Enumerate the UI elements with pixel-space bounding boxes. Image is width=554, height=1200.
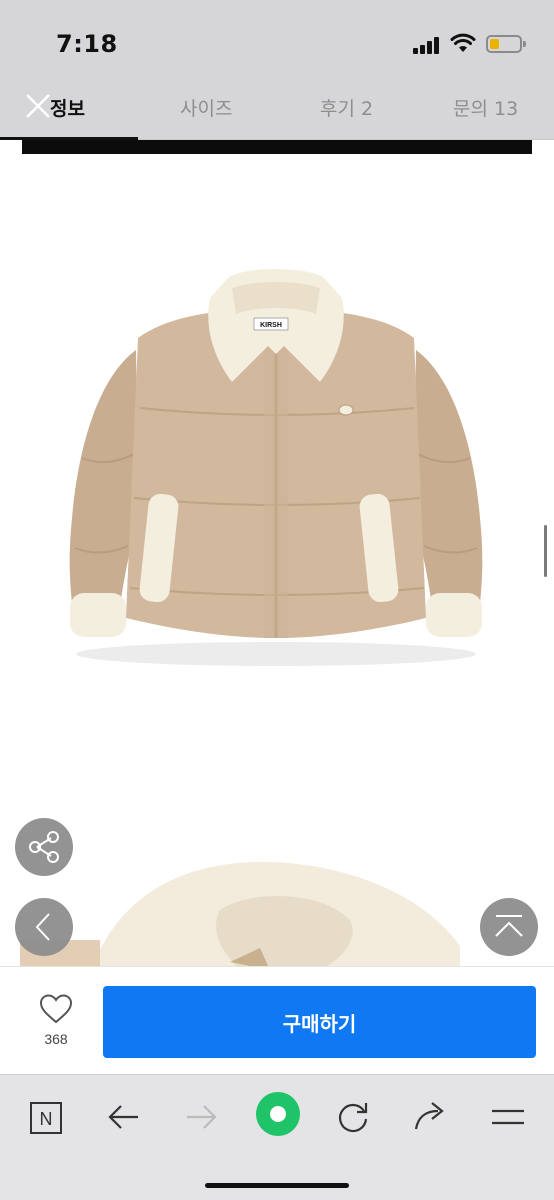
close-icon[interactable] [24, 92, 52, 120]
tab-reviews[interactable]: 후기 2 [320, 94, 373, 121]
status-bar: 7:18 [0, 0, 554, 80]
product-image-collar-detail [20, 861, 460, 966]
cellular-signal-icon [413, 36, 441, 54]
previous-button[interactable] [15, 898, 73, 956]
status-time: 7:18 [56, 30, 118, 58]
brand-tag-text: KIRSH [260, 322, 282, 329]
scroll-top-button[interactable] [480, 898, 538, 956]
menu-icon[interactable] [488, 1097, 528, 1137]
share-arrow-icon[interactable] [410, 1097, 450, 1137]
like-button[interactable]: 368 [28, 993, 84, 1053]
tab-inquiries[interactable]: 문의 13 [453, 94, 518, 121]
product-detail-content[interactable]: KIRSH [0, 140, 554, 966]
share-button[interactable] [15, 818, 73, 876]
scroll-top-icon [495, 915, 523, 937]
share-icon [29, 831, 59, 863]
refresh-icon[interactable] [333, 1097, 373, 1137]
naver-n-icon[interactable]: N [27, 1097, 67, 1137]
tab-size[interactable]: 사이즈 [180, 94, 232, 121]
arrow-right-icon[interactable] [181, 1097, 221, 1137]
tab-info[interactable]: 정보 [50, 94, 85, 121]
heart-icon [39, 994, 73, 1024]
scroll-indicator[interactable] [544, 525, 547, 577]
browser-toolbar: N [0, 1074, 554, 1200]
home-indicator[interactable] [205, 1183, 349, 1188]
top-image-band [22, 140, 532, 154]
svg-text:N: N [40, 1109, 53, 1129]
product-tab-bar: 정보 사이즈 후기 2 문의 13 [0, 80, 554, 140]
wifi-icon [450, 33, 476, 52]
purchase-bar: 368 구매하기 [0, 966, 554, 1074]
buy-button[interactable]: 구매하기 [103, 986, 536, 1058]
like-count: 368 [44, 1031, 68, 1047]
green-circle-icon[interactable] [255, 1091, 301, 1137]
arrow-left-icon[interactable] [104, 1097, 144, 1137]
chevron-left-icon [35, 913, 50, 941]
product-image-jacket: KIRSH [69, 269, 483, 666]
battery-icon [486, 35, 526, 53]
